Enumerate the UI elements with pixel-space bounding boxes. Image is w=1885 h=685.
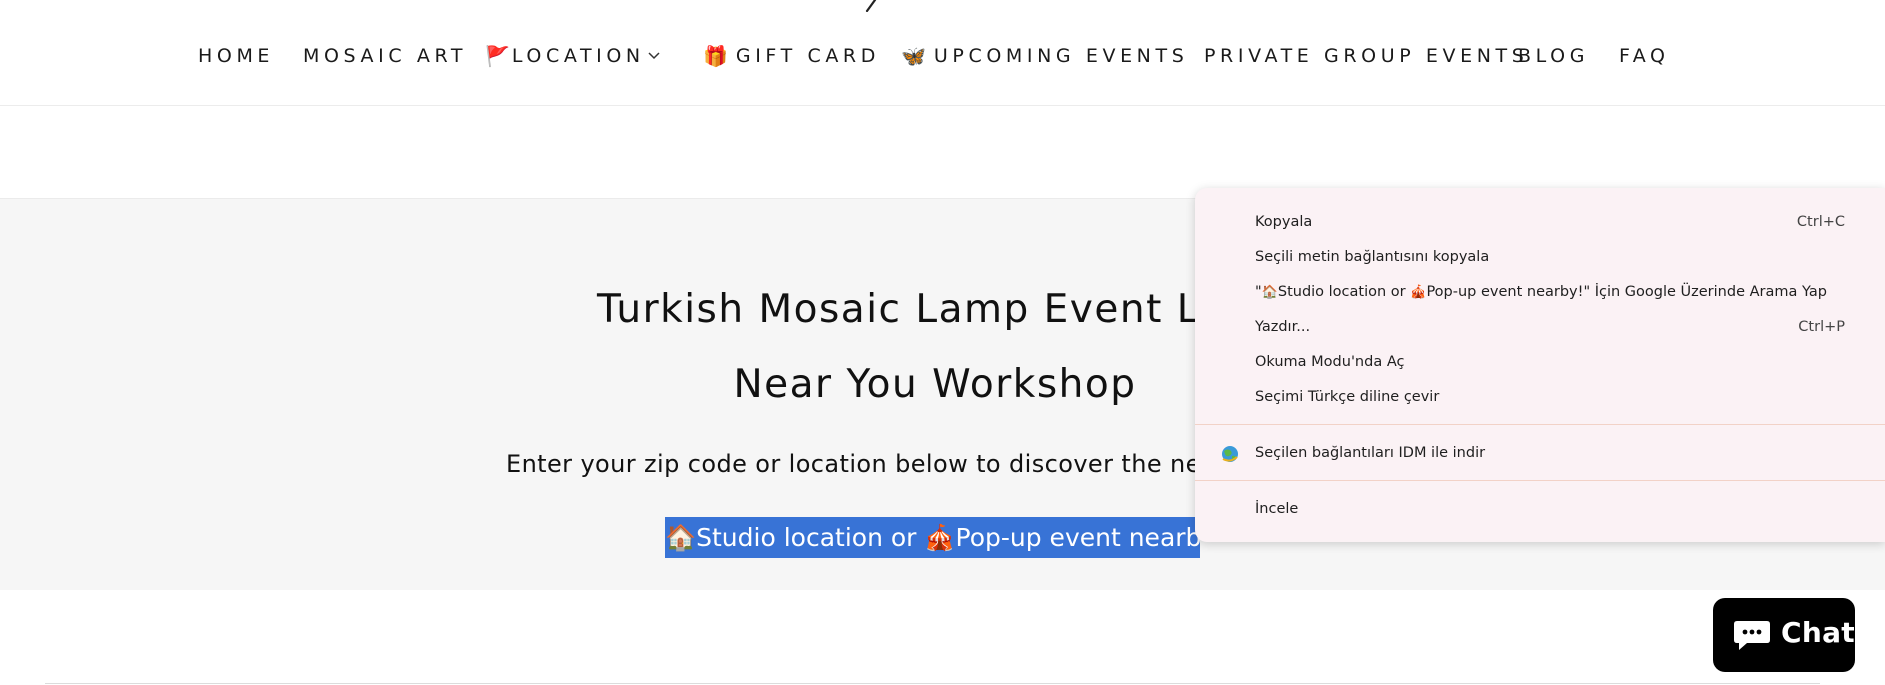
menu-item-label: Seçili metin bağlantısını kopyala	[1255, 249, 1490, 265]
menu-separator	[1195, 424, 1885, 425]
context-menu-item-translate[interactable]: Seçimi Türkçe diline çevir	[1195, 380, 1885, 415]
nav-item-label: UPCOMING EVENTS	[933, 45, 1189, 67]
context-menu-item-idm-download[interactable]: Seçilen bağlantıları IDM ile indir	[1195, 436, 1885, 471]
idm-globe-icon	[1222, 446, 1238, 462]
context-menu-item-print[interactable]: Yazdır... Ctrl+P	[1195, 310, 1885, 345]
main-navigation: HOME MOSAIC ART 🚩 LOCATION 🎁 GIFT CARD 🦋…	[0, 0, 1885, 106]
menu-separator	[1195, 480, 1885, 481]
nav-item-label: PRIVATE GROUP EVENTS	[1204, 45, 1529, 67]
circus-tent-icon: 🎪	[924, 523, 956, 552]
menu-item-label: Kopyala	[1255, 214, 1313, 230]
red-flag-icon: 🚩	[485, 44, 510, 68]
gift-icon: 🎁	[703, 44, 728, 68]
nav-item-mosaic-art[interactable]: MOSAIC ART	[303, 44, 467, 68]
menu-item-label: Seçimi Türkçe diline çevir	[1255, 389, 1440, 405]
chat-button[interactable]: Chat	[1713, 598, 1855, 672]
menu-item-label: "🏠Studio location or 🎪Pop-up event nearb…	[1255, 284, 1827, 300]
quote-mark: "	[1255, 284, 1262, 300]
nav-item-label: GIFT CARD	[735, 45, 880, 67]
context-menu-item-copy[interactable]: Kopyala Ctrl+C	[1195, 205, 1885, 240]
nav-item-label: MOSAIC ART	[303, 45, 468, 67]
chat-bubble-icon	[1734, 621, 1770, 650]
nav-item-upcoming-events[interactable]: 🦋 UPCOMING EVENTS	[901, 44, 1188, 68]
nav-item-label: HOME	[198, 45, 275, 67]
menu-item-label: Okuma Modu'nda Aç	[1255, 354, 1405, 370]
highlight-text-1: Studio location or	[696, 523, 925, 552]
nav-item-label: LOCATION	[511, 45, 645, 67]
hero-subtitle: Enter your zip code or location below to…	[506, 450, 1254, 478]
nav-item-location[interactable]: 🚩 LOCATION	[485, 44, 661, 68]
chevron-down-icon	[648, 52, 660, 60]
nav-item-gift-card[interactable]: 🎁 GIFT CARD	[703, 44, 880, 68]
house-icon: 🏠	[665, 523, 697, 552]
menu-item-label: İncele	[1255, 501, 1299, 517]
context-menu-item-inspect[interactable]: İncele	[1195, 492, 1885, 527]
nav-item-label: BLOG	[1518, 45, 1590, 67]
nav-item-blog[interactable]: BLOG	[1518, 44, 1589, 68]
butterfly-icon: 🦋	[901, 44, 926, 68]
chat-button-label: Chat	[1781, 616, 1855, 649]
nav-item-private-group-events[interactable]: PRIVATE GROUP EVENTS	[1204, 44, 1528, 68]
context-menu: Kopyala Ctrl+C Seçili metin bağlantısını…	[1195, 188, 1885, 542]
menu-item-text-2: Pop-up event nearby!" İçin Google Üzerin…	[1426, 284, 1827, 300]
section-divider	[45, 683, 1820, 684]
house-icon: 🏠	[1261, 285, 1278, 300]
circus-tent-icon: 🎪	[1410, 285, 1427, 300]
context-menu-item-reading-mode[interactable]: Okuma Modu'nda Aç	[1195, 345, 1885, 380]
menu-item-text-1: Studio location or	[1277, 284, 1411, 300]
context-menu-item-copy-link-to-text[interactable]: Seçili metin bağlantısını kopyala	[1195, 240, 1885, 275]
highlight-text-2: Pop-up event nearby!	[955, 523, 1200, 552]
menu-item-label: Seçilen bağlantıları IDM ile indir	[1255, 445, 1486, 461]
menu-item-label: Yazdır...	[1255, 319, 1311, 335]
context-menu-item-google-search[interactable]: "🏠Studio location or 🎪Pop-up event nearb…	[1195, 275, 1885, 310]
selected-text-highlight[interactable]: 🏠Studio location or 🎪Pop-up event nearby…	[665, 517, 1200, 558]
nav-item-faq[interactable]: FAQ	[1619, 44, 1670, 68]
menu-item-shortcut: Ctrl+P	[1798, 319, 1845, 335]
nav-item-label: FAQ	[1619, 45, 1670, 67]
menu-item-shortcut: Ctrl+C	[1796, 214, 1845, 230]
nav-item-home[interactable]: HOME	[198, 44, 274, 68]
